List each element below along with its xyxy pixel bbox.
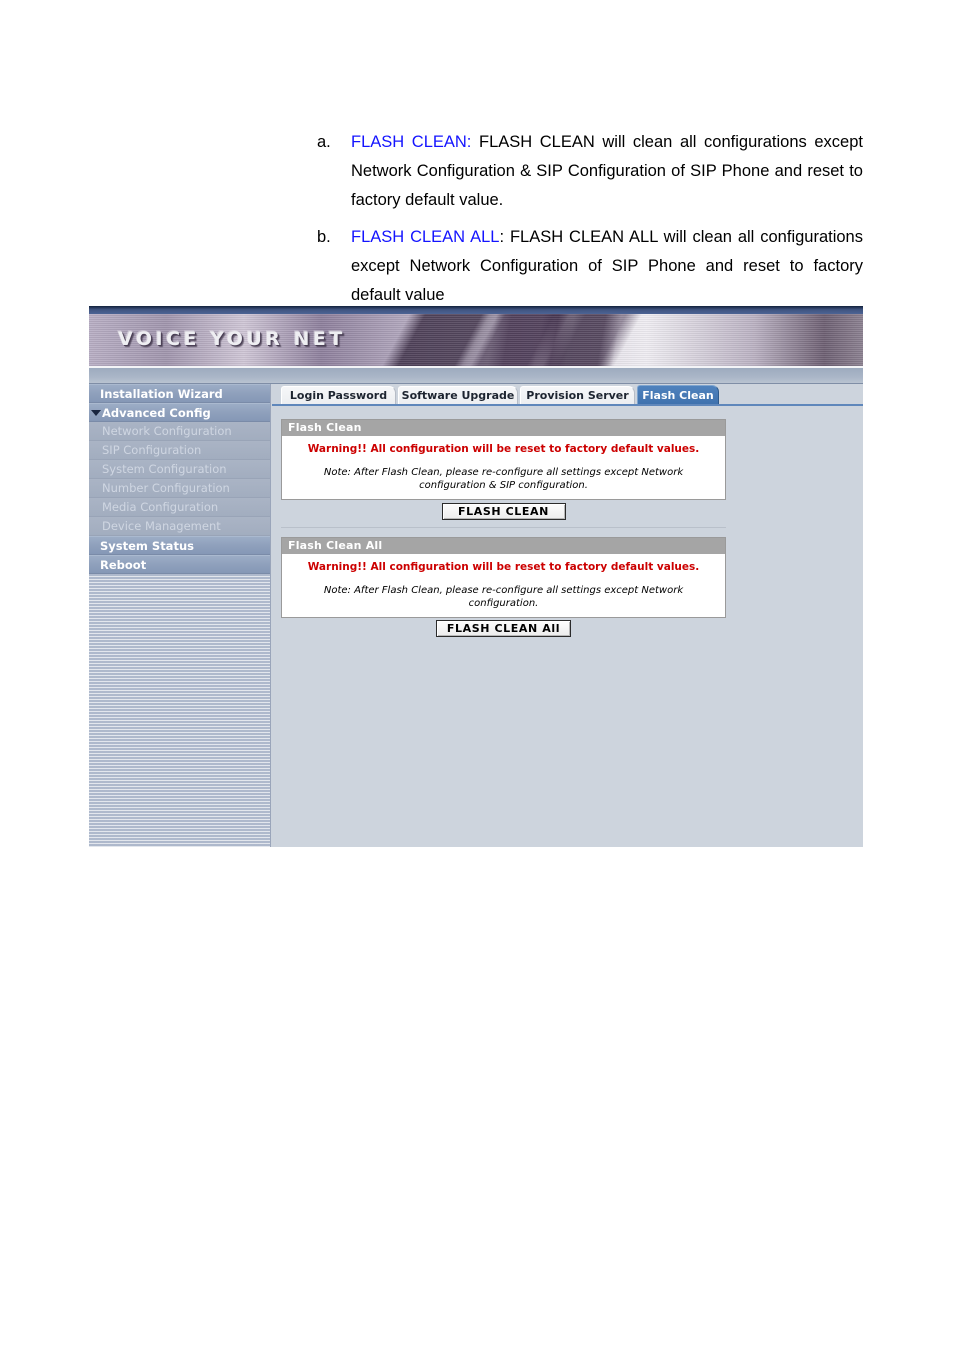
panel-body: Warning!! All configuration will be rese… <box>282 436 725 499</box>
panel-flash-clean-all: Flash Clean All Warning!! All configurat… <box>281 537 726 618</box>
embedded-screenshot: VOICE YOUR NET Installation Wizard Advan… <box>89 306 863 847</box>
flash-clean-all-button[interactable]: FLASH CLEAN All <box>435 620 572 637</box>
sidebar-item-label: Media Configuration <box>102 500 219 514</box>
warning-message: Warning!! All configuration will be rese… <box>307 443 700 455</box>
tab-label: Flash Clean <box>642 389 714 402</box>
sidebar-item-reboot[interactable]: Reboot <box>89 555 270 574</box>
chevron-down-icon <box>91 410 101 416</box>
tab-login-password[interactable]: Login Password <box>281 386 396 404</box>
tab-provision-server[interactable]: Provision Server <box>520 386 635 404</box>
sidebar-item-network-configuration[interactable]: Network Configuration <box>89 422 270 441</box>
banner-subbar <box>89 368 863 384</box>
list-item: b. FLASH CLEAN ALL: FLASH CLEAN ALL will… <box>313 223 863 310</box>
sidebar-item-sip-configuration[interactable]: SIP Configuration <box>89 441 270 460</box>
brand-wordmark: VOICE YOUR NET <box>118 328 346 350</box>
content-area: Login Password Software Upgrade Provisio… <box>272 384 863 847</box>
tab-label: Software Upgrade <box>401 389 515 402</box>
tab-bar: Login Password Software Upgrade Provisio… <box>272 384 863 406</box>
sidebar-item-label: Installation Wizard <box>100 387 223 401</box>
term-flash-clean: FLASH CLEAN: <box>351 133 472 151</box>
sidebar-item-label: Number Configuration <box>102 481 230 495</box>
instruction-list: a. FLASH CLEAN: FLASH CLEAN will clean a… <box>313 128 863 318</box>
site-banner: VOICE YOUR NET <box>89 314 863 366</box>
sidebar-item-label: Reboot <box>100 558 147 572</box>
sidebar-item-label: Advanced Config <box>102 406 211 420</box>
window-top-strip <box>89 306 863 314</box>
sidebar-item-device-management[interactable]: Device Management <box>89 517 270 536</box>
tab-software-upgrade[interactable]: Software Upgrade <box>398 386 518 404</box>
panel-title: Flash Clean All <box>282 538 725 554</box>
sidebar-item-label: SIP Configuration <box>102 443 202 457</box>
warning-message: Warning!! All configuration will be rese… <box>307 561 700 573</box>
tab-flash-clean[interactable]: Flash Clean <box>637 385 719 404</box>
sidebar-item-media-configuration[interactable]: Media Configuration <box>89 498 270 517</box>
sidebar-nav: Installation Wizard Advanced Config Netw… <box>89 384 271 847</box>
sidebar-item-system-configuration[interactable]: System Configuration <box>89 460 270 479</box>
note-message: Note: After Flash Clean, please re-confi… <box>323 585 684 609</box>
sidebar-item-label: Device Management <box>102 519 221 533</box>
flash-clean-all-button-row: FLASH CLEAN All <box>281 617 726 637</box>
panel-title: Flash Clean <box>282 420 725 436</box>
flash-clean-button[interactable]: FLASH CLEAN <box>441 503 566 520</box>
term-flash-clean-all: FLASH CLEAN ALL <box>351 228 500 246</box>
sidebar-item-number-configuration[interactable]: Number Configuration <box>89 479 270 498</box>
flash-clean-button-row: FLASH CLEAN <box>281 500 726 520</box>
list-marker-a: a. <box>317 133 331 151</box>
sidebar-item-label: System Status <box>100 539 194 553</box>
panel-flash-clean: Flash Clean Warning!! All configuration … <box>281 419 726 500</box>
panel-body: Warning!! All configuration will be rese… <box>282 554 725 617</box>
list-item: a. FLASH CLEAN: FLASH CLEAN will clean a… <box>313 128 863 215</box>
sidebar-item-label: Network Configuration <box>102 424 232 438</box>
sidebar-item-advanced-config[interactable]: Advanced Config <box>89 403 270 422</box>
sidebar-item-installation-wizard[interactable]: Installation Wizard <box>89 384 270 403</box>
note-message: Note: After Flash Clean, please re-confi… <box>323 467 684 491</box>
list-marker-b: b. <box>317 228 331 246</box>
tab-label: Login Password <box>289 389 388 402</box>
sidebar-item-label: System Configuration <box>102 462 227 476</box>
tab-underline <box>272 404 863 406</box>
sidebar-item-system-status[interactable]: System Status <box>89 536 270 555</box>
tab-label: Provision Server <box>526 389 629 402</box>
section-divider <box>281 527 726 528</box>
